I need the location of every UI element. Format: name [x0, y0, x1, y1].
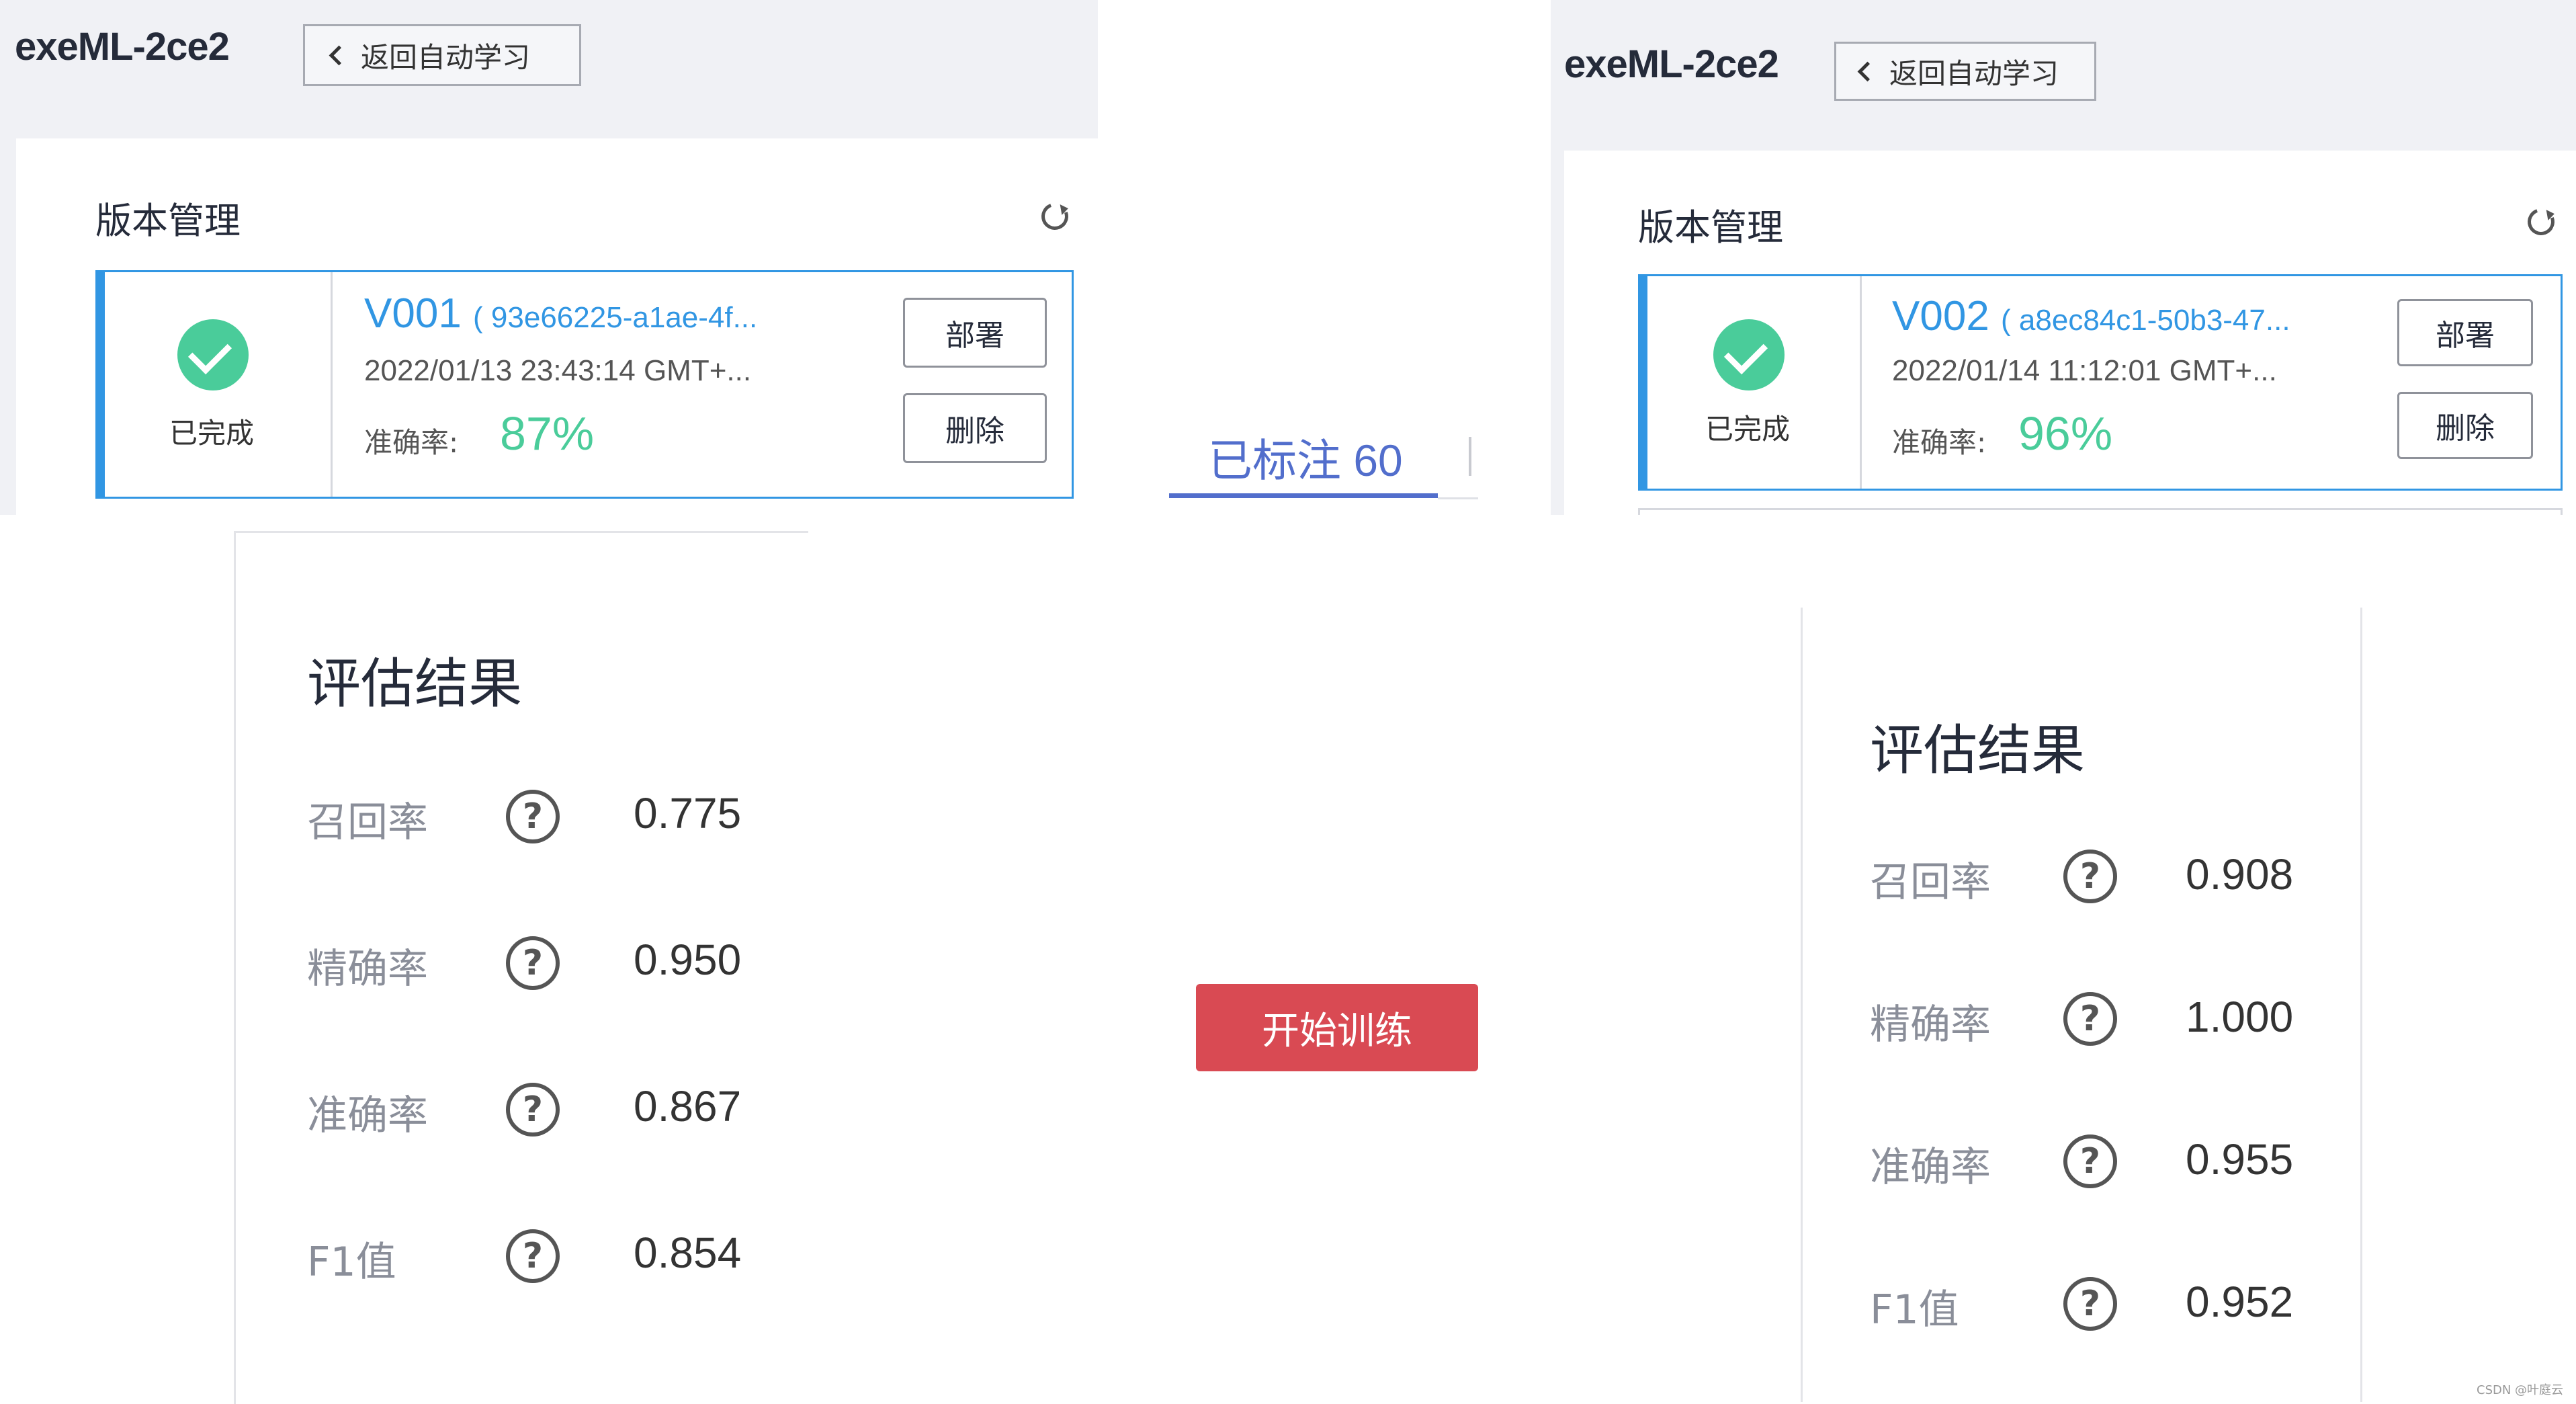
metric-label-f1: F1值 [1870, 1286, 1959, 1333]
back-button-label: 返回自动学习 [361, 40, 531, 74]
delete-button[interactable]: 删除 [903, 393, 1047, 463]
back-button-label: 返回自动学习 [1889, 56, 2059, 90]
evaluation-title: 评估结果 [307, 653, 522, 715]
deploy-button[interactable]: 部署 [903, 298, 1047, 368]
help-icon[interactable]: ? [2063, 1134, 2117, 1188]
tab-bar-line [1438, 497, 1478, 499]
metric-label-accuracy: 准确率 [307, 1092, 428, 1139]
metric-label-f1: F1值 [307, 1239, 396, 1286]
status-column: 已完成 [1647, 276, 1862, 489]
next-version-card-edge [1638, 508, 2563, 515]
accuracy-value: 87% [500, 407, 595, 460]
accuracy-label: 准确率: [364, 426, 459, 459]
metric-value-accuracy: 0.955 [2186, 1135, 2294, 1184]
help-icon[interactable]: ? [506, 1229, 560, 1283]
metric-value-f1: 0.952 [2186, 1278, 2294, 1326]
version-management-card: 版本管理 已完成 V002 ( a8ec84c1-50b3-47... 2022… [1564, 151, 2576, 515]
help-icon[interactable]: ? [2063, 992, 2117, 1046]
section-title: 版本管理 [1638, 206, 1783, 249]
metric-value-f1: 0.854 [634, 1229, 742, 1277]
delete-button[interactable]: 删除 [2397, 392, 2533, 459]
metric-value-precision: 1.000 [2186, 993, 2294, 1041]
check-circle-icon [177, 319, 249, 390]
section-title: 版本管理 [95, 200, 241, 242]
right-version-panel: exeML-2ce2 返回自动学习 版本管理 已完成 V002 ( a8ec84… [1551, 0, 2576, 515]
version-id: ( a8ec84c1-50b3-47... [2001, 304, 2290, 337]
check-circle-icon [1713, 319, 1785, 390]
metric-label-recall: 召回率 [1870, 859, 1991, 906]
accuracy-label: 准确率: [1892, 426, 1987, 459]
help-icon[interactable]: ? [506, 790, 560, 843]
metric-value-recall: 0.775 [634, 789, 742, 837]
version-name[interactable]: V001 ( 93e66225-a1ae-4f... [364, 290, 757, 337]
start-training-button[interactable]: 开始训练 [1196, 984, 1478, 1071]
status-text: 已完成 [1705, 413, 1791, 446]
help-icon[interactable]: ? [506, 936, 560, 990]
version-label: V002 [1892, 293, 1989, 339]
project-title: exeML-2ce2 [15, 25, 230, 69]
version-timestamp: 2022/01/13 23:43:14 GMT+... [364, 354, 752, 387]
project-title: exeML-2ce2 [1564, 42, 1779, 86]
help-icon[interactable]: ? [2063, 850, 2117, 903]
left-version-panel: exeML-2ce2 返回自动学习 版本管理 已完成 V001 ( 93e662… [0, 0, 1098, 515]
evaluation-title: 评估结果 [1870, 719, 2085, 782]
metric-label-precision: 精确率 [307, 946, 428, 993]
status-column: 已完成 [105, 272, 333, 497]
metric-value-precision: 0.950 [634, 936, 742, 984]
metric-value-recall: 0.908 [2186, 850, 2294, 899]
evaluation-panel-left: 评估结果 召回率 ? 0.775 精确率 ? 0.950 准确率 ? 0.867… [234, 531, 808, 1404]
chevron-left-icon [1857, 61, 1878, 81]
back-to-automl-button[interactable]: 返回自动学习 [1834, 42, 2096, 101]
watermark: CSDN @叶庭云 [2477, 1383, 2564, 1397]
tab-active-underline [1169, 493, 1438, 498]
tab-divider [1469, 437, 1471, 476]
metric-label-recall: 召回率 [307, 799, 428, 846]
version-timestamp: 2022/01/14 11:12:01 GMT+... [1892, 354, 2277, 387]
version-id: ( 93e66225-a1ae-4f... [473, 301, 758, 334]
version-card-v002[interactable]: 已完成 V002 ( a8ec84c1-50b3-47... 2022/01/1… [1638, 274, 2563, 491]
metric-label-accuracy: 准确率 [1870, 1144, 1991, 1191]
back-to-automl-button[interactable]: 返回自动学习 [303, 24, 581, 86]
deploy-button[interactable]: 部署 [2397, 299, 2533, 366]
evaluation-panel-right: 评估结果 召回率 ? 0.908 精确率 ? 1.000 准确率 ? 0.955… [1801, 608, 2362, 1402]
metric-label-precision: 精确率 [1870, 1001, 1991, 1048]
refresh-icon[interactable] [2523, 204, 2559, 240]
version-name[interactable]: V002 ( a8ec84c1-50b3-47... [1892, 292, 2290, 340]
version-card-v001[interactable]: 已完成 V001 ( 93e66225-a1ae-4f... 2022/01/1… [95, 270, 1074, 499]
tab-labeled[interactable]: 已标注 60 [1208, 425, 1403, 489]
version-label: V001 [364, 290, 462, 337]
help-icon[interactable]: ? [506, 1083, 560, 1137]
refresh-icon[interactable] [1037, 198, 1073, 235]
version-management-card: 版本管理 已完成 V001 ( 93e66225-a1ae-4f... 2022… [16, 138, 1098, 515]
chevron-left-icon [329, 45, 349, 65]
metric-value-accuracy: 0.867 [634, 1082, 742, 1130]
help-icon[interactable]: ? [2063, 1277, 2117, 1331]
status-text: 已完成 [169, 417, 255, 450]
accuracy-value: 96% [2018, 407, 2113, 460]
